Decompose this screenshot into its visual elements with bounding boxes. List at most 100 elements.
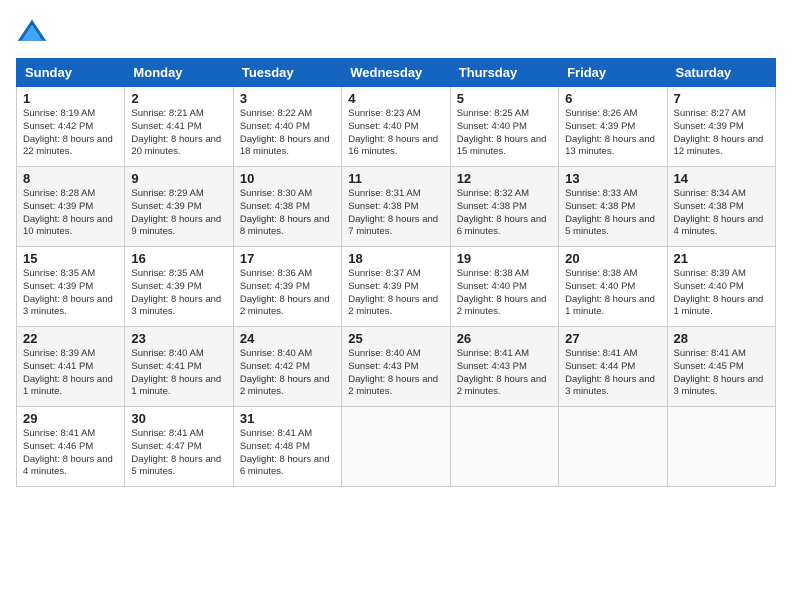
calendar-day-cell: 30 Sunrise: 8:41 AM Sunset: 4:47 PM Dayl… [125, 407, 233, 487]
day-number: 27 [565, 331, 660, 346]
day-info: Sunrise: 8:39 AM Sunset: 4:41 PM Dayligh… [23, 348, 118, 399]
day-number: 4 [348, 91, 443, 106]
calendar-day-cell: 25 Sunrise: 8:40 AM Sunset: 4:43 PM Dayl… [342, 327, 450, 407]
calendar-week-row: 29 Sunrise: 8:41 AM Sunset: 4:46 PM Dayl… [17, 407, 776, 487]
calendar-day-cell: 17 Sunrise: 8:36 AM Sunset: 4:39 PM Dayl… [233, 247, 341, 327]
calendar-day-cell: 23 Sunrise: 8:40 AM Sunset: 4:41 PM Dayl… [125, 327, 233, 407]
calendar-header-cell: Wednesday [342, 59, 450, 87]
calendar-day-cell: 10 Sunrise: 8:30 AM Sunset: 4:38 PM Dayl… [233, 167, 341, 247]
calendar-day-cell: 16 Sunrise: 8:35 AM Sunset: 4:39 PM Dayl… [125, 247, 233, 327]
day-info: Sunrise: 8:35 AM Sunset: 4:39 PM Dayligh… [131, 268, 226, 319]
calendar-week-row: 1 Sunrise: 8:19 AM Sunset: 4:42 PM Dayli… [17, 87, 776, 167]
day-number: 6 [565, 91, 660, 106]
day-info: Sunrise: 8:41 AM Sunset: 4:43 PM Dayligh… [457, 348, 552, 399]
day-number: 16 [131, 251, 226, 266]
day-number: 12 [457, 171, 552, 186]
day-number: 26 [457, 331, 552, 346]
calendar-day-cell: 29 Sunrise: 8:41 AM Sunset: 4:46 PM Dayl… [17, 407, 125, 487]
calendar-table: SundayMondayTuesdayWednesdayThursdayFrid… [16, 58, 776, 487]
day-info: Sunrise: 8:22 AM Sunset: 4:40 PM Dayligh… [240, 108, 335, 159]
day-number: 8 [23, 171, 118, 186]
day-info: Sunrise: 8:21 AM Sunset: 4:41 PM Dayligh… [131, 108, 226, 159]
day-info: Sunrise: 8:34 AM Sunset: 4:38 PM Dayligh… [674, 188, 769, 239]
day-number: 28 [674, 331, 769, 346]
day-number: 23 [131, 331, 226, 346]
calendar-day-cell: 14 Sunrise: 8:34 AM Sunset: 4:38 PM Dayl… [667, 167, 775, 247]
calendar-week-row: 22 Sunrise: 8:39 AM Sunset: 4:41 PM Dayl… [17, 327, 776, 407]
calendar-day-cell: 4 Sunrise: 8:23 AM Sunset: 4:40 PM Dayli… [342, 87, 450, 167]
calendar-header-cell: Tuesday [233, 59, 341, 87]
day-number: 11 [348, 171, 443, 186]
day-info: Sunrise: 8:41 AM Sunset: 4:46 PM Dayligh… [23, 428, 118, 479]
day-info: Sunrise: 8:32 AM Sunset: 4:38 PM Dayligh… [457, 188, 552, 239]
day-info: Sunrise: 8:40 AM Sunset: 4:42 PM Dayligh… [240, 348, 335, 399]
calendar-day-cell [559, 407, 667, 487]
day-info: Sunrise: 8:40 AM Sunset: 4:41 PM Dayligh… [131, 348, 226, 399]
day-info: Sunrise: 8:29 AM Sunset: 4:39 PM Dayligh… [131, 188, 226, 239]
calendar-day-cell [450, 407, 558, 487]
day-info: Sunrise: 8:41 AM Sunset: 4:47 PM Dayligh… [131, 428, 226, 479]
day-info: Sunrise: 8:23 AM Sunset: 4:40 PM Dayligh… [348, 108, 443, 159]
calendar-header-cell: Friday [559, 59, 667, 87]
calendar-day-cell: 19 Sunrise: 8:38 AM Sunset: 4:40 PM Dayl… [450, 247, 558, 327]
calendar-header-row: SundayMondayTuesdayWednesdayThursdayFrid… [17, 59, 776, 87]
calendar-week-row: 15 Sunrise: 8:35 AM Sunset: 4:39 PM Dayl… [17, 247, 776, 327]
calendar-day-cell: 22 Sunrise: 8:39 AM Sunset: 4:41 PM Dayl… [17, 327, 125, 407]
day-number: 3 [240, 91, 335, 106]
day-info: Sunrise: 8:36 AM Sunset: 4:39 PM Dayligh… [240, 268, 335, 319]
day-number: 18 [348, 251, 443, 266]
day-info: Sunrise: 8:40 AM Sunset: 4:43 PM Dayligh… [348, 348, 443, 399]
calendar-day-cell: 27 Sunrise: 8:41 AM Sunset: 4:44 PM Dayl… [559, 327, 667, 407]
calendar-day-cell: 3 Sunrise: 8:22 AM Sunset: 4:40 PM Dayli… [233, 87, 341, 167]
calendar-day-cell [342, 407, 450, 487]
calendar-day-cell: 11 Sunrise: 8:31 AM Sunset: 4:38 PM Dayl… [342, 167, 450, 247]
day-number: 13 [565, 171, 660, 186]
day-number: 30 [131, 411, 226, 426]
day-info: Sunrise: 8:38 AM Sunset: 4:40 PM Dayligh… [565, 268, 660, 319]
day-info: Sunrise: 8:26 AM Sunset: 4:39 PM Dayligh… [565, 108, 660, 159]
calendar-header-cell: Sunday [17, 59, 125, 87]
calendar-day-cell: 5 Sunrise: 8:25 AM Sunset: 4:40 PM Dayli… [450, 87, 558, 167]
day-info: Sunrise: 8:25 AM Sunset: 4:40 PM Dayligh… [457, 108, 552, 159]
calendar-day-cell: 15 Sunrise: 8:35 AM Sunset: 4:39 PM Dayl… [17, 247, 125, 327]
calendar-day-cell: 13 Sunrise: 8:33 AM Sunset: 4:38 PM Dayl… [559, 167, 667, 247]
calendar-day-cell: 21 Sunrise: 8:39 AM Sunset: 4:40 PM Dayl… [667, 247, 775, 327]
calendar-day-cell: 18 Sunrise: 8:37 AM Sunset: 4:39 PM Dayl… [342, 247, 450, 327]
day-info: Sunrise: 8:28 AM Sunset: 4:39 PM Dayligh… [23, 188, 118, 239]
day-info: Sunrise: 8:41 AM Sunset: 4:48 PM Dayligh… [240, 428, 335, 479]
day-number: 21 [674, 251, 769, 266]
day-number: 15 [23, 251, 118, 266]
day-number: 7 [674, 91, 769, 106]
calendar-week-row: 8 Sunrise: 8:28 AM Sunset: 4:39 PM Dayli… [17, 167, 776, 247]
day-number: 22 [23, 331, 118, 346]
day-number: 31 [240, 411, 335, 426]
day-number: 9 [131, 171, 226, 186]
day-info: Sunrise: 8:33 AM Sunset: 4:38 PM Dayligh… [565, 188, 660, 239]
day-number: 10 [240, 171, 335, 186]
calendar-day-cell [667, 407, 775, 487]
day-info: Sunrise: 8:31 AM Sunset: 4:38 PM Dayligh… [348, 188, 443, 239]
day-number: 29 [23, 411, 118, 426]
day-number: 14 [674, 171, 769, 186]
day-number: 25 [348, 331, 443, 346]
day-info: Sunrise: 8:19 AM Sunset: 4:42 PM Dayligh… [23, 108, 118, 159]
day-number: 5 [457, 91, 552, 106]
day-number: 24 [240, 331, 335, 346]
calendar-header-cell: Monday [125, 59, 233, 87]
calendar-day-cell: 28 Sunrise: 8:41 AM Sunset: 4:45 PM Dayl… [667, 327, 775, 407]
day-number: 2 [131, 91, 226, 106]
page-header [16, 16, 776, 48]
calendar-day-cell: 7 Sunrise: 8:27 AM Sunset: 4:39 PM Dayli… [667, 87, 775, 167]
calendar-day-cell: 31 Sunrise: 8:41 AM Sunset: 4:48 PM Dayl… [233, 407, 341, 487]
day-info: Sunrise: 8:41 AM Sunset: 4:44 PM Dayligh… [565, 348, 660, 399]
calendar-day-cell: 1 Sunrise: 8:19 AM Sunset: 4:42 PM Dayli… [17, 87, 125, 167]
calendar-day-cell: 8 Sunrise: 8:28 AM Sunset: 4:39 PM Dayli… [17, 167, 125, 247]
day-info: Sunrise: 8:27 AM Sunset: 4:39 PM Dayligh… [674, 108, 769, 159]
day-number: 1 [23, 91, 118, 106]
day-info: Sunrise: 8:39 AM Sunset: 4:40 PM Dayligh… [674, 268, 769, 319]
day-info: Sunrise: 8:38 AM Sunset: 4:40 PM Dayligh… [457, 268, 552, 319]
calendar-header-cell: Thursday [450, 59, 558, 87]
calendar-day-cell: 2 Sunrise: 8:21 AM Sunset: 4:41 PM Dayli… [125, 87, 233, 167]
calendar-body: 1 Sunrise: 8:19 AM Sunset: 4:42 PM Dayli… [17, 87, 776, 487]
day-info: Sunrise: 8:41 AM Sunset: 4:45 PM Dayligh… [674, 348, 769, 399]
